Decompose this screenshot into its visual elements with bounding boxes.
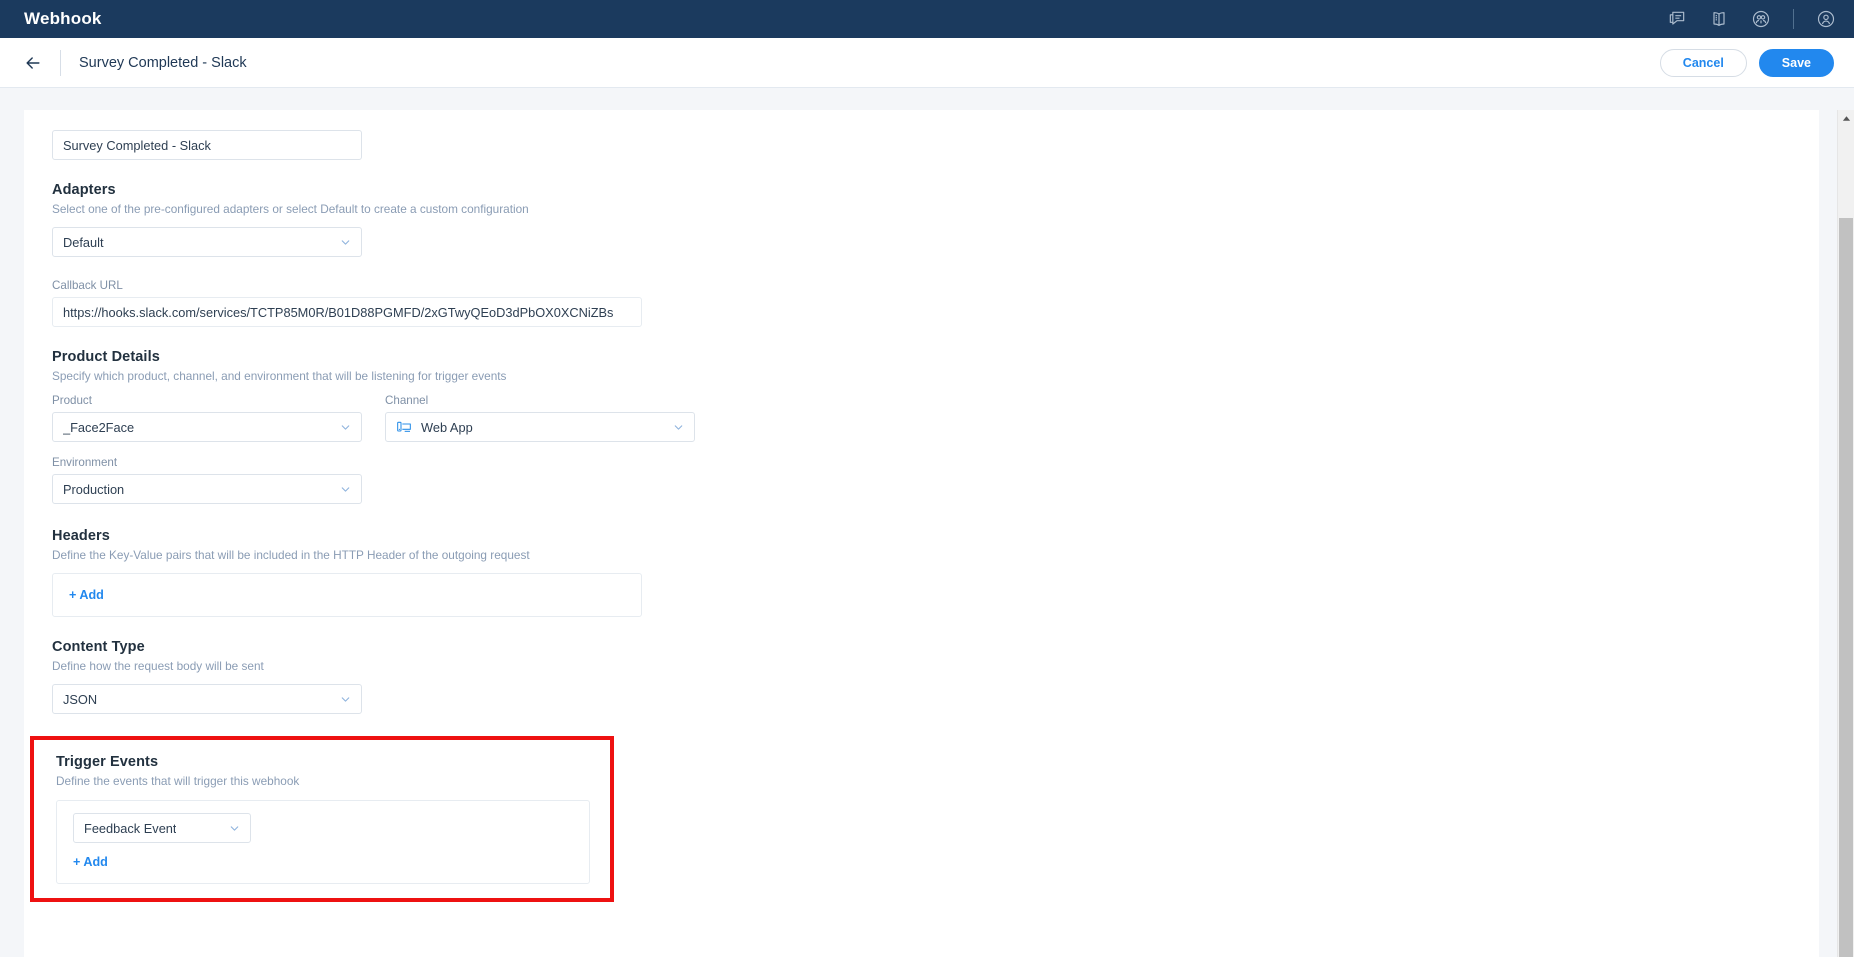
adapters-section: Adapters Select one of the pre-configure… (52, 182, 1819, 257)
environment-select[interactable]: Production (52, 474, 362, 504)
product-details-section: Product Details Specify which product, c… (52, 349, 1819, 504)
chevron-down-icon (341, 696, 350, 702)
chevron-down-icon (674, 424, 683, 430)
headers-add-button[interactable]: + Add (69, 588, 104, 602)
page-body: Adapters Select one of the pre-configure… (0, 88, 1854, 957)
headers-section: Headers Define the Key-Value pairs that … (52, 528, 1819, 617)
product-field: Product _Face2Face (52, 394, 362, 442)
trigger-events-add-button[interactable]: + Add (73, 855, 108, 869)
webhook-form-card: Adapters Select one of the pre-configure… (24, 110, 1819, 957)
callback-url-input[interactable] (52, 297, 642, 327)
content-type-subtitle: Define how the request body will be sent (52, 659, 264, 673)
arrow-left-icon (26, 56, 40, 69)
product-select-value: _Face2Face (63, 419, 135, 435)
adapters-select-value: Default (63, 234, 104, 250)
product-label: Product (52, 394, 92, 407)
topbar-icon-group (1667, 9, 1836, 29)
trigger-events-list-box: Feedback Event + Add (56, 800, 590, 884)
header-divider (60, 49, 61, 76)
trigger-events-title: Trigger Events (56, 754, 159, 770)
environment-select-value: Production (63, 481, 125, 497)
channel-select-value: Web App (421, 419, 473, 435)
trigger-events-section: Trigger Events Define the events that wi… (56, 754, 610, 884)
chevron-down-icon (230, 825, 239, 831)
user-account-icon[interactable] (1816, 9, 1836, 29)
adapters-subtitle: Select one of the pre-configured adapter… (52, 202, 529, 216)
product-details-subtitle: Specify which product, channel, and envi… (52, 369, 507, 383)
chevron-down-icon (341, 486, 350, 492)
vertical-scrollbar[interactable] (1837, 110, 1854, 957)
chevron-down-icon (341, 239, 350, 245)
page-sub-header: Survey Completed - Slack Cancel Save (0, 38, 1854, 88)
back-button[interactable] (18, 48, 48, 78)
triangle-up-icon (1842, 116, 1851, 121)
save-button[interactable]: Save (1758, 48, 1834, 77)
trigger-events-highlight: Trigger Events Define the events that wi… (30, 736, 614, 902)
product-select[interactable]: _Face2Face (52, 412, 362, 442)
environment-field: Environment Production (52, 456, 1819, 504)
callback-url-label: Callback URL (52, 279, 123, 292)
trigger-event-select[interactable]: Feedback Event (73, 813, 251, 843)
adapters-title: Adapters (52, 182, 116, 198)
app-top-bar: Webhook (0, 0, 1854, 38)
headers-subtitle: Define the Key-Value pairs that will be … (52, 548, 530, 562)
app-title: Webhook (24, 9, 102, 28)
content-type-title: Content Type (52, 639, 145, 655)
channel-select[interactable]: Web App (385, 412, 695, 442)
scrollbar-up-arrow[interactable] (1838, 110, 1854, 127)
trigger-events-subtitle: Define the events that will trigger this… (56, 774, 300, 788)
content-type-section: Content Type Define how the request body… (52, 639, 1819, 714)
content-type-select[interactable]: JSON (52, 684, 362, 714)
header-actions: Cancel Save (1659, 48, 1834, 77)
chevron-down-icon (341, 424, 350, 430)
product-details-title: Product Details (52, 349, 160, 365)
environment-label: Environment (52, 456, 118, 469)
trigger-event-select-value: Feedback Event (84, 820, 177, 836)
page-title: Survey Completed - Slack (79, 54, 247, 71)
product-channel-row: Product _Face2Face Channel Web App (52, 394, 1819, 442)
cancel-button[interactable]: Cancel (1659, 48, 1747, 77)
content-type-select-value: JSON (63, 691, 98, 707)
community-users-icon[interactable] (1751, 9, 1771, 29)
webhook-name-input[interactable] (52, 130, 362, 160)
adapters-select[interactable]: Default (52, 227, 362, 257)
headers-title: Headers (52, 528, 110, 544)
callback-url-section: Callback URL (52, 279, 1819, 327)
channel-field: Channel Web App (385, 394, 695, 442)
channel-label: Channel (385, 394, 429, 407)
scrollbar-thumb[interactable] (1839, 218, 1853, 957)
documentation-book-icon[interactable] (1709, 9, 1729, 29)
topbar-divider (1793, 9, 1794, 29)
headers-list-box: + Add (52, 573, 642, 617)
feedback-chat-icon[interactable] (1667, 9, 1687, 29)
web-app-device-icon (397, 421, 411, 432)
